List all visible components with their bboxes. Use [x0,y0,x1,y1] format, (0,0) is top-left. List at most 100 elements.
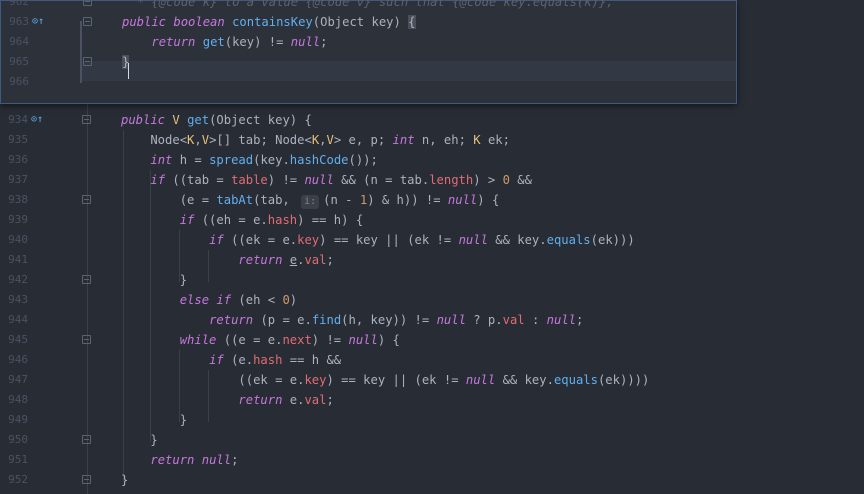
code-token: if [150,173,173,187]
fold-toggle-icon[interactable] [82,115,91,124]
code-token: { [408,15,416,29]
code-line[interactable]: 940 if ((ek = e.key) == key || (ek != nu… [0,230,864,250]
code-token: (key) != [224,35,291,49]
code-token: null [465,373,503,387]
line-number: 948 [8,393,28,406]
fold-toggle-icon[interactable] [82,435,91,444]
code-token: ((eh = e. [201,213,268,227]
code-token: && [517,173,532,187]
code-token: spread [209,153,254,167]
line-number: 940 [8,233,28,246]
parameter-hint: i: [301,195,320,209]
code-token: ek; [487,133,510,147]
sticky-lines-popup[interactable]: 962 * {@code k} to a value {@code v} suc… [0,0,737,104]
line-number: 939 [8,213,28,226]
code-token: ((e = e. [223,333,283,347]
line-number: 947 [8,373,28,386]
code-line[interactable]: 937 if ((tab = table) != null && (n = ta… [0,170,864,190]
code-token: 0 [282,293,290,307]
fold-toggle-icon[interactable] [83,0,92,6]
code-token: equals [553,373,598,387]
line-number: 937 [8,173,28,186]
line-number: 944 [8,313,28,326]
code-text: public boolean containsKey(Object key) { [122,12,416,32]
code-token: hash [267,213,298,227]
code-token: next [282,333,312,347]
code-line[interactable]: 951 return null; [0,450,864,470]
code-text: Node<K,V>[] tab; Node<K,V> e, p; int n, … [121,130,510,150]
code-line[interactable]: 938 (e = tabAt(tab, i: (n - 1) & h)) != n… [0,190,864,210]
code-line[interactable]: 948 return e.val; [0,390,864,410]
code-text: (e = tabAt(tab, i: (n - 1) & h)) != null)… [121,190,499,210]
code-token: } [121,273,188,287]
code-token: return [238,393,290,407]
code-token: find [311,313,342,327]
code-line[interactable]: 947 ((ek = e.key) == key || (ek != null … [0,370,864,390]
code-token: return [150,453,202,467]
code-token: (Object key) { [209,113,312,127]
code-token: null [201,453,232,467]
code-token: length [429,173,474,187]
line-number: 962 [9,0,29,8]
fold-toggle-icon[interactable] [83,57,92,66]
code-line[interactable]: 963 ⊙↑ public boolean containsKey(Object k… [1,12,738,32]
code-token: int [150,153,180,167]
code-line[interactable]: 965} [1,52,738,72]
code-line[interactable]: 946 if (e.hash == h && [0,350,864,370]
code-line[interactable]: 966 [1,72,738,92]
code-token: null [304,173,342,187]
code-token: ((ek = e. [121,373,305,387]
implements-method-icon[interactable]: ⊙↑ [31,110,43,130]
fold-toggle-icon[interactable] [83,17,92,26]
code-line[interactable]: 964 return get(key) != null; [1,32,738,52]
code-token: ) == key || (ek != [319,233,459,247]
code-token: val [304,393,327,407]
code-token: public [121,113,173,127]
code-token: == h && [289,353,342,367]
fold-toggle-icon[interactable] [82,275,91,284]
code-line[interactable]: 941 return e.val; [0,250,864,270]
line-number: 938 [8,193,28,206]
code-line[interactable]: 935 Node<K,V>[] tab; Node<K,V> e, p; int… [0,130,864,150]
code-line[interactable]: 939 if ((eh = e.hash) == h) { [0,210,864,230]
code-line[interactable]: 944 return (p = e.find(h, key)) != null … [0,310,864,330]
code-text: if ((eh = e.hash) == h) { [121,210,363,230]
code-token: ; [326,253,334,267]
code-line[interactable]: 942 } [0,270,864,290]
code-line[interactable]: 943 else if (eh < 0) [0,290,864,310]
code-line[interactable]: 936 int h = spread(key.hashCode()); [0,150,864,170]
code-text: return null; [121,450,238,470]
code-token: ) { [377,333,400,347]
code-line[interactable]: 949 } [0,410,864,430]
code-token: && (n = tab. [341,173,430,187]
code-token: return [151,35,203,49]
code-line[interactable]: 962 * {@code k} to a value {@code v} suc… [1,0,738,12]
implements-method-icon[interactable]: ⊙↑ [32,12,44,32]
code-token: } [121,473,129,487]
code-line[interactable]: 945 while ((e = e.next) != null) { [0,330,864,350]
code-line[interactable]: 950 } [0,430,864,450]
fold-toggle-icon[interactable] [82,335,91,344]
fold-toggle-icon[interactable] [82,475,91,484]
code-token: (ek))) [590,233,635,247]
text-caret [128,63,129,79]
code-token: 0 [502,173,518,187]
code-text: * {@code k} to a value {@code v} such th… [122,0,614,12]
code-token: , [319,133,327,147]
code-text: return (p = e.find(h, key)) != null ? p.… [121,310,583,330]
code-token: (n - [323,193,360,207]
code-text: ((ek = e.key) == key || (ek != null && k… [121,370,649,390]
line-number: 966 [9,75,29,88]
fold-toggle-icon[interactable] [82,195,91,204]
line-number: 964 [9,35,29,48]
code-editor[interactable]: 934 ⊙↑ public V get(Object key) {935 Node<… [0,0,864,494]
code-line[interactable]: 952} [0,470,864,490]
code-line[interactable]: 934 ⊙↑ public V get(Object key) { [0,110,864,130]
